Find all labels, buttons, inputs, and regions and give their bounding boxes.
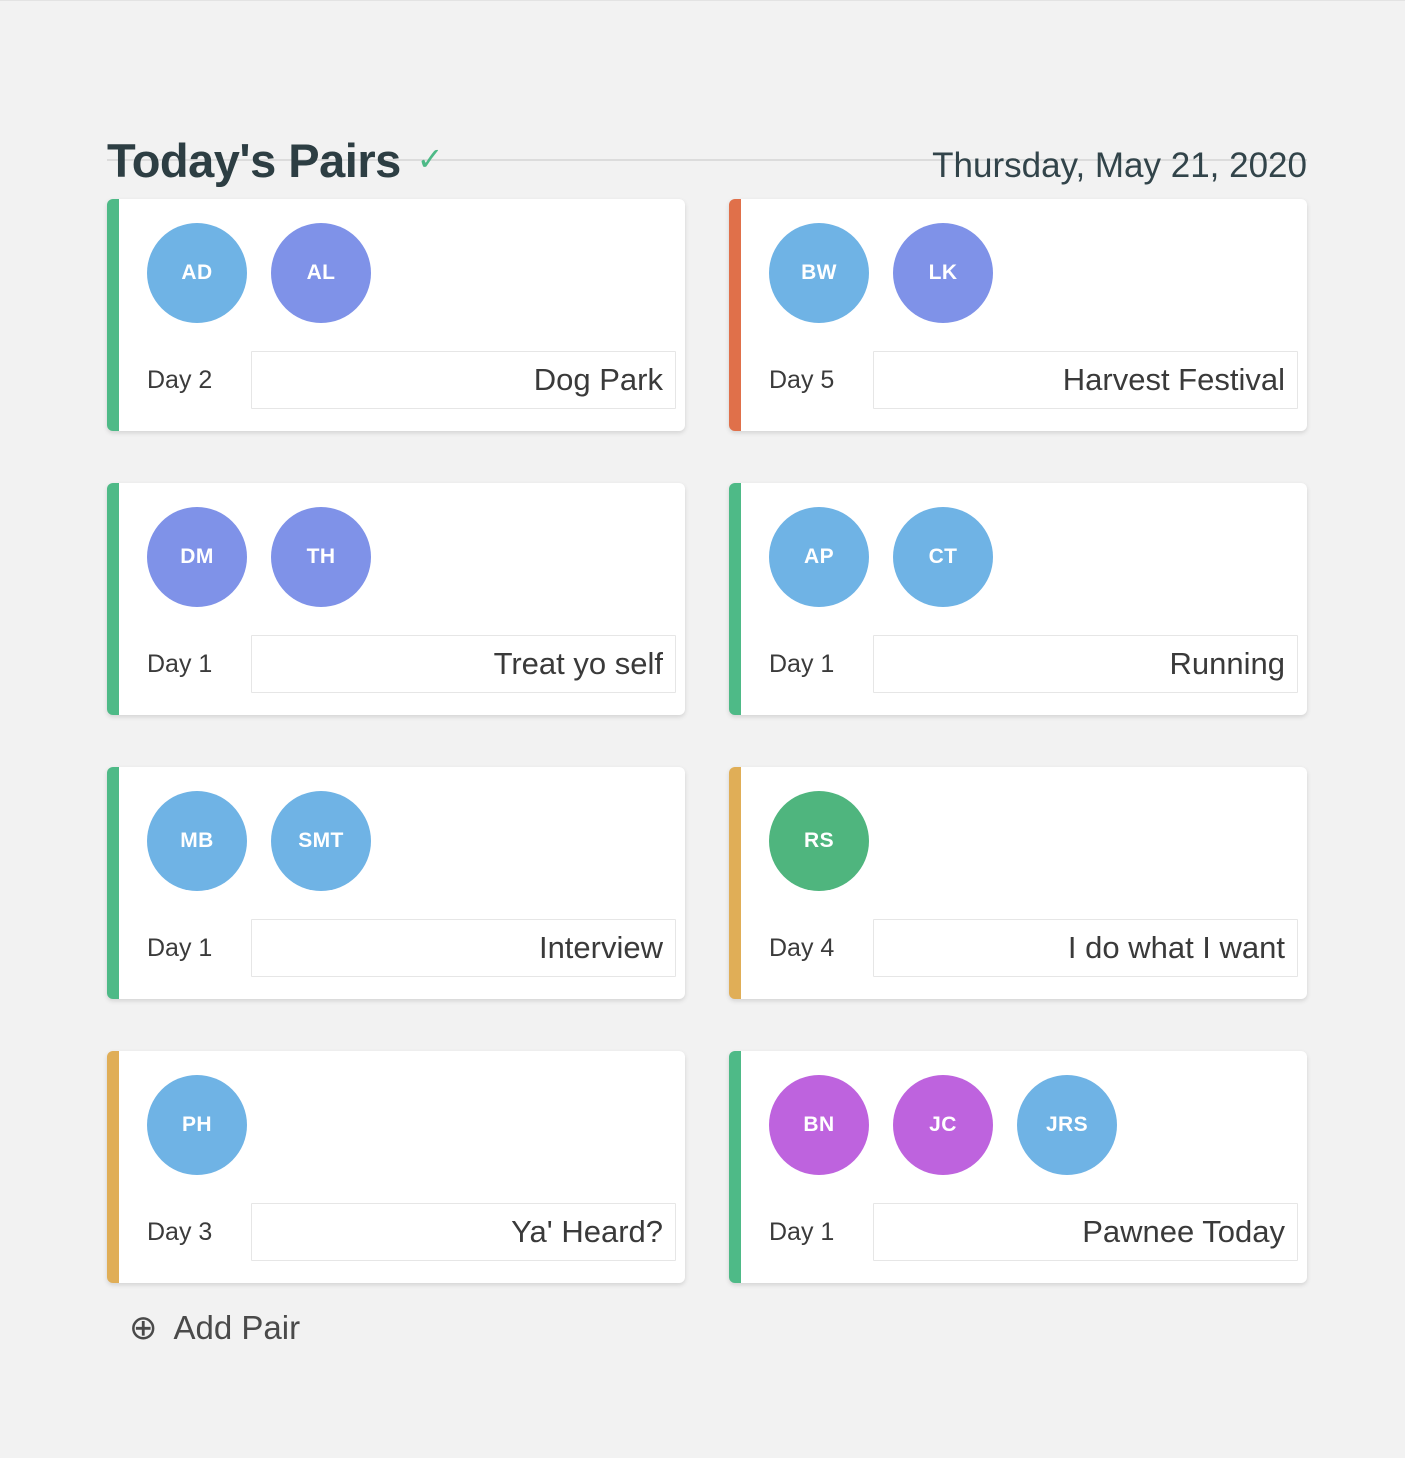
avatar[interactable]: AL	[271, 223, 371, 323]
avatar-group: BW LK	[769, 223, 1285, 323]
activity-input[interactable]	[873, 635, 1298, 693]
page-container: Today's Pairs ✓ Thursday, May 21, 2020 A…	[107, 1, 1307, 1347]
avatar-group: DM TH	[147, 507, 663, 607]
activity-input[interactable]	[873, 351, 1298, 409]
page-title: Today's Pairs	[107, 134, 401, 187]
avatar-group: AD AL	[147, 223, 663, 323]
avatar-group: MB SMT	[147, 791, 663, 891]
avatar[interactable]: TH	[271, 507, 371, 607]
avatar[interactable]: BW	[769, 223, 869, 323]
card-footer: Day 5	[769, 351, 1298, 409]
day-label: Day 1	[769, 649, 835, 678]
card-footer: Day 1	[147, 919, 676, 977]
avatar-group: RS	[769, 791, 1285, 891]
day-label: Day 1	[147, 933, 213, 962]
pairs-grid: ADALDay 2BWLKDay 5DMTHDay 1APCTDay 1MBSM…	[107, 199, 1307, 1283]
pair-card[interactable]: MB SMT Day 1	[107, 767, 685, 999]
page-header: Today's Pairs ✓ Thursday, May 21, 2020	[107, 1, 1307, 185]
pair-card[interactable]: PH Day 3	[107, 1051, 685, 1283]
day-label: Day 5	[769, 365, 835, 394]
day-label: Day 1	[769, 1217, 835, 1246]
day-label: Day 3	[147, 1217, 213, 1246]
avatar[interactable]: CT	[893, 507, 993, 607]
avatar-group: AP CT	[769, 507, 1285, 607]
day-label: Day 2	[147, 365, 213, 394]
pairs-page: Today's Pairs ✓ Thursday, May 21, 2020 A…	[0, 0, 1405, 1458]
card-footer: Day 2	[147, 351, 676, 409]
title-group: Today's Pairs ✓	[107, 137, 444, 184]
plus-circle-icon: ⊕	[129, 1309, 158, 1347]
pair-card[interactable]: BN JC JRS Day 1	[729, 1051, 1307, 1283]
day-label: Day 4	[769, 933, 835, 962]
activity-input[interactable]	[251, 1203, 676, 1261]
current-date: Thursday, May 21, 2020	[932, 146, 1307, 185]
avatar[interactable]: SMT	[271, 791, 371, 891]
day-label: Day 1	[147, 649, 213, 678]
pair-card[interactable]: RS Day 4	[729, 767, 1307, 999]
add-pair-button[interactable]: ⊕ Add Pair	[129, 1309, 300, 1347]
avatar[interactable]: JRS	[1017, 1075, 1117, 1175]
card-footer: Day 3	[147, 1203, 676, 1261]
activity-input[interactable]	[873, 919, 1298, 977]
avatar[interactable]: RS	[769, 791, 869, 891]
card-footer: Day 1	[769, 1203, 1298, 1261]
card-footer: Day 1	[769, 635, 1298, 693]
avatar[interactable]: JC	[893, 1075, 993, 1175]
avatar[interactable]: AD	[147, 223, 247, 323]
avatar-group: BN JC JRS	[769, 1075, 1285, 1175]
card-footer: Day 4	[769, 919, 1298, 977]
pair-card[interactable]: BW LK Day 5	[729, 199, 1307, 431]
avatar[interactable]: LK	[893, 223, 993, 323]
avatar[interactable]: AP	[769, 507, 869, 607]
activity-input[interactable]	[873, 1203, 1298, 1261]
activity-input[interactable]	[251, 351, 676, 409]
pair-card[interactable]: AD AL Day 2	[107, 199, 685, 431]
activity-input[interactable]	[251, 919, 676, 977]
add-pair-label: Add Pair	[173, 1309, 301, 1346]
pair-card[interactable]: DM TH Day 1	[107, 483, 685, 715]
card-footer: Day 1	[147, 635, 676, 693]
avatar[interactable]: DM	[147, 507, 247, 607]
avatar[interactable]: PH	[147, 1075, 247, 1175]
avatar[interactable]: BN	[769, 1075, 869, 1175]
avatar[interactable]: MB	[147, 791, 247, 891]
activity-input[interactable]	[251, 635, 676, 693]
check-icon: ✓	[416, 140, 444, 177]
avatar-group: PH	[147, 1075, 663, 1175]
pair-card[interactable]: AP CT Day 1	[729, 483, 1307, 715]
